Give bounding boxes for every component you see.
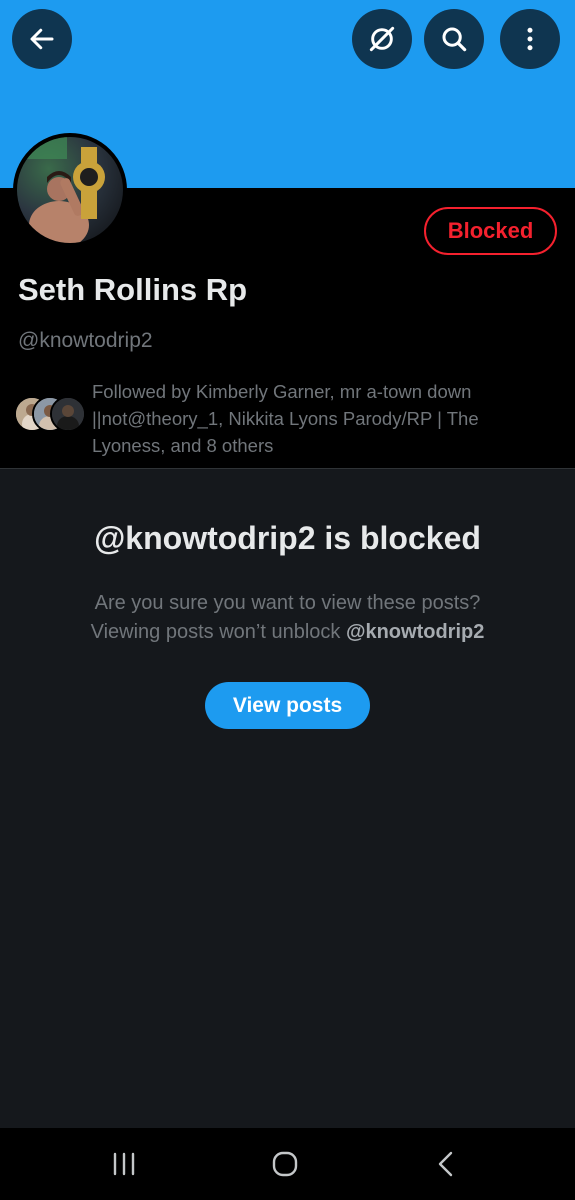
search-icon — [442, 27, 467, 52]
search-button[interactable] — [424, 9, 484, 69]
back-button[interactable] — [12, 9, 72, 69]
more-options-button[interactable] — [500, 9, 560, 69]
system-back-button[interactable] — [416, 1142, 476, 1186]
blocked-message-handle: @knowtodrip2 — [345, 621, 485, 643]
home-button[interactable] — [255, 1142, 315, 1186]
follower-avatar — [50, 396, 86, 432]
profile-handle: @knowtodrip2 — [18, 329, 153, 352]
follower-avatars — [14, 396, 86, 434]
arrow-left-icon — [30, 28, 54, 50]
recents-button[interactable] — [94, 1142, 154, 1186]
followed-by-row[interactable]: Followed by Kimberly Garner, mr a-town d… — [14, 378, 564, 458]
home-icon — [272, 1151, 298, 1177]
blocked-message-prefix: Viewing posts won’t unblock — [90, 621, 346, 643]
followed-by-text: Followed by Kimberly Garner, mr a-town d… — [92, 381, 479, 456]
recents-icon — [113, 1152, 135, 1176]
blocked-message-line1: Are you sure you want to view these post… — [94, 592, 481, 614]
view-posts-button[interactable]: View posts — [205, 682, 370, 729]
blocked-title: @knowtodrip2 is blocked — [94, 520, 481, 556]
blocked-button[interactable]: Blocked — [424, 207, 557, 255]
back-chevron-icon — [438, 1151, 453, 1177]
display-name: Seth Rollins Rp — [18, 272, 248, 307]
blocked-message-line2: Viewing posts won’t unblock @knowtodrip2 — [0, 618, 575, 647]
avatar[interactable] — [13, 133, 127, 247]
system-nav-bar — [0, 1128, 575, 1200]
more-vertical-icon — [527, 27, 533, 51]
profile-photo — [17, 137, 123, 243]
blocked-message: Are you sure you want to view these post… — [0, 589, 575, 647]
hide-content-button[interactable] — [352, 9, 412, 69]
divider — [0, 468, 575, 469]
circle-slash-icon — [369, 26, 395, 52]
